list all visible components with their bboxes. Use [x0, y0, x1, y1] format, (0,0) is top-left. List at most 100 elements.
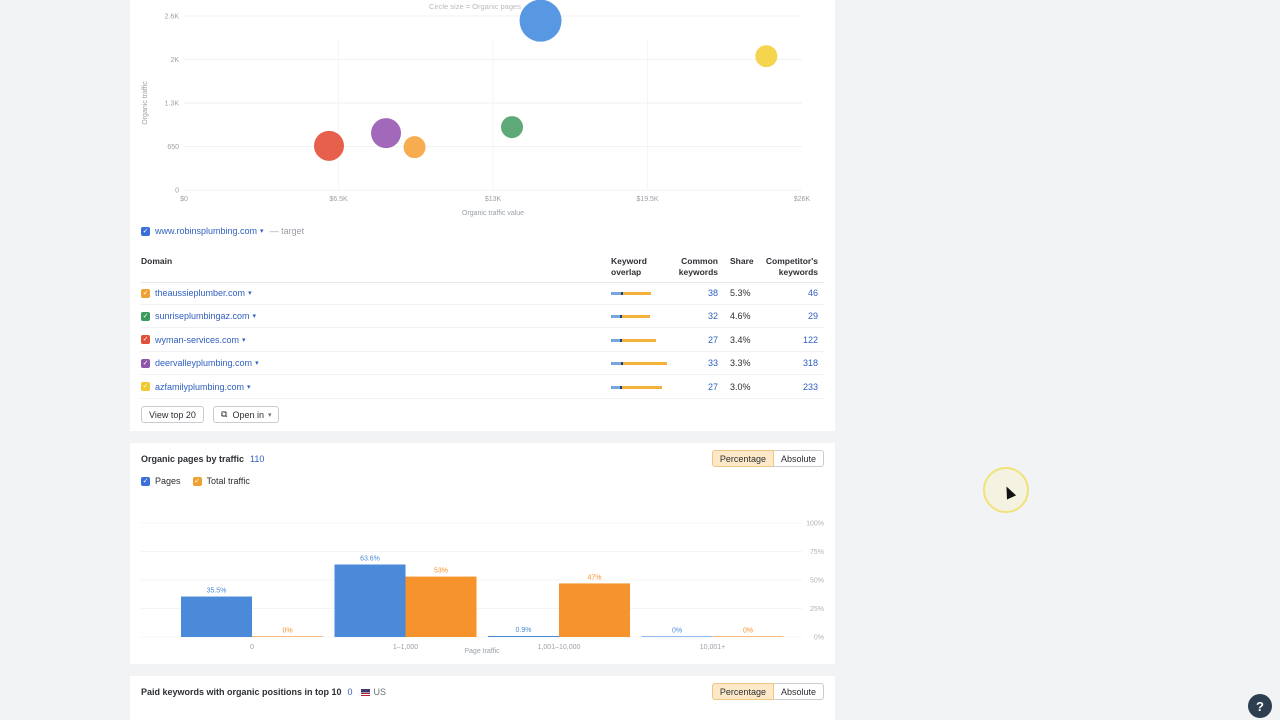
- competitor-keywords-value[interactable]: 318: [771, 358, 818, 368]
- paid-keywords-count: 0: [347, 687, 353, 697]
- external-link-icon: ⧉: [221, 409, 228, 419]
- competitor-checkbox[interactable]: ✓: [141, 311, 150, 321]
- view-top-20-button[interactable]: View top 20: [141, 406, 204, 423]
- bubble-x-tick: $26K: [794, 196, 811, 203]
- competitor-checkbox[interactable]: ✓: [141, 358, 150, 368]
- pages-legend-label: Pages: [155, 476, 181, 486]
- header-domain: Domain: [141, 256, 173, 266]
- bar-y-tick: 25%: [810, 606, 824, 613]
- overlap-bar-target: [611, 292, 622, 295]
- overlap-bar-target: [611, 385, 621, 389]
- competitor-domain-link[interactable]: sunriseplumbingaz.com: [155, 311, 250, 321]
- chevron-down-icon[interactable]: ▾: [248, 289, 252, 297]
- organic-pages-bar-chart: 100% 75% 50% 25% 0% 35.5% 0% 0 63.6% 53% 1–1,000 0…: [141, 521, 824, 655]
- bubble-x-tick: $0: [180, 196, 188, 203]
- bubble-point[interactable]: [501, 116, 524, 139]
- competitor-keywords-value[interactable]: 233: [771, 382, 818, 392]
- target-suffix: — target: [269, 226, 305, 236]
- target-checkbox[interactable]: ✓: [141, 226, 150, 236]
- target-domain-link[interactable]: www.robinsplumbing.com: [155, 226, 257, 236]
- competitor-domain[interactable]: ✓ wyman-services.com ▾: [141, 335, 246, 345]
- paid-keywords-toggle[interactable]: Percentage Absolute: [711, 683, 824, 700]
- common-keywords-value[interactable]: 27: [671, 335, 718, 345]
- competitor-keywords-value[interactable]: 122: [771, 335, 818, 345]
- bubble-point[interactable]: [313, 130, 344, 161]
- bar-y-tick: 50%: [810, 578, 824, 585]
- absolute-toggle[interactable]: Absolute: [773, 450, 824, 467]
- chevron-down-icon[interactable]: ▾: [242, 336, 246, 344]
- table-row: ✓ theaussieplumber.com ▾ 38 5.3% 46: [141, 282, 824, 305]
- bubble-point[interactable]: [403, 136, 426, 159]
- bubble-caption: Circle size = Organic pages: [429, 2, 521, 11]
- organic-pages-count: 110: [250, 454, 265, 464]
- absolute-toggle[interactable]: Absolute: [773, 683, 824, 700]
- organic-pages-toggle[interactable]: Percentage Absolute: [711, 450, 824, 467]
- overlap-bar-competitor: [623, 362, 667, 366]
- header-keyword-overlap: Keyword overlap: [611, 256, 647, 277]
- common-keywords-value[interactable]: 27: [671, 382, 718, 392]
- keyword-overlap-bar: [611, 338, 656, 342]
- bar-pages[interactable]: [334, 564, 406, 637]
- bar-category-label: 0: [250, 644, 254, 651]
- common-keywords-value[interactable]: 38: [671, 288, 718, 298]
- bar-data-label: 47%: [587, 574, 601, 581]
- overlap-bar-target: [611, 362, 622, 366]
- competitor-domain[interactable]: ✓ deervalleyplumbing.com ▾: [141, 358, 259, 368]
- bar-y-tick: 0%: [814, 635, 824, 642]
- pages-legend-checkbox[interactable]: ✓: [141, 476, 150, 486]
- bar-total-traffic[interactable]: [252, 636, 323, 637]
- bar-data-label: 35.5%: [207, 588, 227, 595]
- share-value: 3.4%: [730, 334, 751, 345]
- bar-y-tick: 100%: [806, 521, 824, 528]
- competitor-domain-link[interactable]: wyman-services.com: [155, 335, 239, 345]
- competitor-checkbox[interactable]: ✓: [141, 335, 150, 345]
- competitor-domain-link[interactable]: deervalleyplumbing.com: [155, 358, 252, 368]
- bubble-point[interactable]: [755, 45, 778, 68]
- bar-total-traffic[interactable]: [712, 636, 784, 637]
- overlap-bar-target: [611, 338, 620, 342]
- competitor-domain[interactable]: ✓ theaussieplumber.com ▾: [141, 288, 252, 298]
- bubble-y-tick: 2.6K: [165, 14, 180, 21]
- paid-keywords-title: Paid keywords with organic positions in …: [141, 687, 387, 697]
- percentage-toggle[interactable]: Percentage: [711, 683, 774, 700]
- competitor-domain-link[interactable]: theaussieplumber.com: [155, 288, 245, 298]
- bar-total-traffic[interactable]: [405, 576, 477, 637]
- bar-category-label: 10,001+: [700, 644, 726, 651]
- bubble-point[interactable]: [519, 0, 562, 42]
- bubble-chart: Circle size = Organic pages Organic traf…: [142, 0, 811, 217]
- bar-pages[interactable]: [488, 635, 559, 637]
- bar-data-label: 63.6%: [360, 555, 380, 562]
- header-share: Share: [730, 256, 754, 266]
- bar-y-tick: 75%: [810, 549, 824, 556]
- chevron-down-icon[interactable]: ▾: [260, 227, 264, 235]
- common-keywords-value[interactable]: 32: [671, 311, 718, 321]
- chevron-down-icon[interactable]: ▾: [255, 359, 259, 367]
- competitor-keywords-value[interactable]: 46: [771, 288, 818, 298]
- table-row: ✓ azfamilyplumbing.com ▾ 27 3.0% 233: [141, 376, 824, 399]
- header-common-keywords: Common keywords: [678, 256, 718, 277]
- bar-total-traffic[interactable]: [559, 583, 630, 637]
- region-label: US: [373, 687, 387, 697]
- competitor-domain[interactable]: ✓ sunriseplumbingaz.com ▾: [141, 311, 256, 321]
- keyword-overlap-bar: [611, 292, 651, 295]
- chevron-down-icon[interactable]: ▾: [247, 383, 251, 391]
- help-button[interactable]: ?: [1248, 694, 1272, 718]
- competitor-domain[interactable]: ✓ azfamilyplumbing.com ▾: [141, 382, 251, 392]
- chevron-down-icon[interactable]: ▾: [253, 312, 257, 320]
- percentage-toggle[interactable]: Percentage: [711, 450, 774, 467]
- open-in-button[interactable]: ⧉ Open in ▾: [213, 406, 280, 423]
- keyword-overlap-bar: [611, 315, 650, 319]
- bar-pages[interactable]: [181, 596, 252, 637]
- traffic-legend-checkbox[interactable]: ✓: [192, 476, 202, 486]
- organic-pages-title: Organic pages by traffic 110: [141, 454, 265, 464]
- target-domain-row[interactable]: ✓ www.robinsplumbing.com ▾ — target: [141, 226, 304, 236]
- competitor-domain-link[interactable]: azfamilyplumbing.com: [155, 382, 244, 392]
- common-keywords-value[interactable]: 33: [671, 358, 718, 368]
- competitor-keywords-value[interactable]: 29: [771, 311, 818, 321]
- table-row: ✓ deervalleyplumbing.com ▾ 33 3.3% 318: [141, 352, 824, 376]
- bubble-y-tick: 2K: [170, 57, 179, 64]
- competitor-checkbox[interactable]: ✓: [141, 288, 150, 298]
- competitor-checkbox[interactable]: ✓: [141, 382, 150, 392]
- bar-pages[interactable]: [641, 636, 713, 637]
- bubble-point[interactable]: [371, 118, 402, 149]
